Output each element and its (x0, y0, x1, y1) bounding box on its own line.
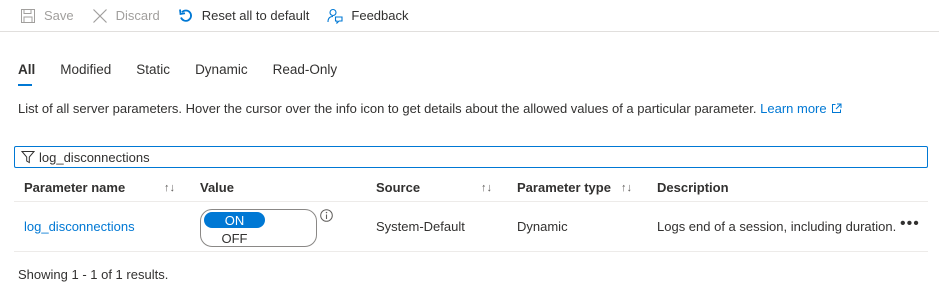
sort-icon[interactable]: ↑↓ (164, 182, 175, 194)
info-icon[interactable] (320, 209, 333, 222)
reset-label: Reset all to default (201, 8, 310, 23)
external-link-icon (831, 102, 842, 117)
description-text: List of all server parameters. Hover the… (18, 101, 757, 116)
reset-all-button[interactable]: Reset all to default (178, 0, 310, 32)
discard-label: Discard (115, 8, 160, 23)
filter-icon (21, 150, 35, 164)
save-label: Save (44, 8, 74, 23)
tab-modified[interactable]: Modified (60, 62, 111, 84)
table-row: log_disconnections ON OFF System-Default… (14, 202, 928, 252)
feedback-icon (327, 8, 343, 24)
parameter-tabs: All Modified Static Dynamic Read-Only (18, 62, 362, 86)
column-header-parameter-name[interactable]: Parameter name (24, 180, 125, 195)
save-button[interactable]: Save (20, 0, 74, 32)
toggle-on-option[interactable]: ON (204, 212, 265, 228)
feedback-label: Feedback (351, 8, 409, 23)
more-options-icon[interactable]: ••• (900, 215, 920, 233)
command-bar: Save Discard Reset all to default Feedba… (0, 0, 939, 32)
table-header: Parameter name ↑↓ Value Source ↑↓ Parame… (14, 174, 928, 202)
undo-icon (178, 8, 194, 24)
filter-input[interactable] (39, 149, 919, 165)
sort-icon[interactable]: ↑↓ (481, 182, 492, 194)
page-description: List of all server parameters. Hover the… (18, 101, 842, 117)
feedback-button[interactable]: Feedback (327, 0, 409, 32)
tab-all[interactable]: All (18, 62, 35, 86)
tab-static[interactable]: Static (136, 62, 170, 84)
discard-button[interactable]: Discard (92, 0, 160, 32)
column-header-parameter-type[interactable]: Parameter type (517, 180, 611, 195)
tab-dynamic[interactable]: Dynamic (195, 62, 248, 84)
results-count: Showing 1 - 1 of 1 results. (18, 267, 169, 282)
close-icon (92, 8, 108, 24)
parameter-name-link[interactable]: log_disconnections (24, 219, 135, 234)
column-header-description: Description (657, 180, 729, 195)
save-icon (20, 8, 36, 24)
parameters-table: Parameter name ↑↓ Value Source ↑↓ Parame… (14, 174, 928, 252)
learn-more-label: Learn more (760, 101, 827, 116)
tab-read-only[interactable]: Read-Only (273, 62, 338, 84)
filter-box[interactable] (14, 146, 928, 168)
toggle-off-option[interactable]: OFF (204, 230, 265, 246)
description-cell: Logs end of a session, including duratio… (657, 219, 897, 234)
sort-icon[interactable]: ↑↓ (621, 182, 632, 194)
column-header-source[interactable]: Source (376, 180, 420, 195)
value-toggle[interactable]: ON OFF (200, 209, 317, 247)
column-header-value: Value (200, 180, 234, 195)
learn-more-link[interactable]: Learn more (760, 101, 842, 117)
source-cell: System-Default (376, 219, 465, 234)
parameter-type-cell: Dynamic (517, 219, 568, 234)
